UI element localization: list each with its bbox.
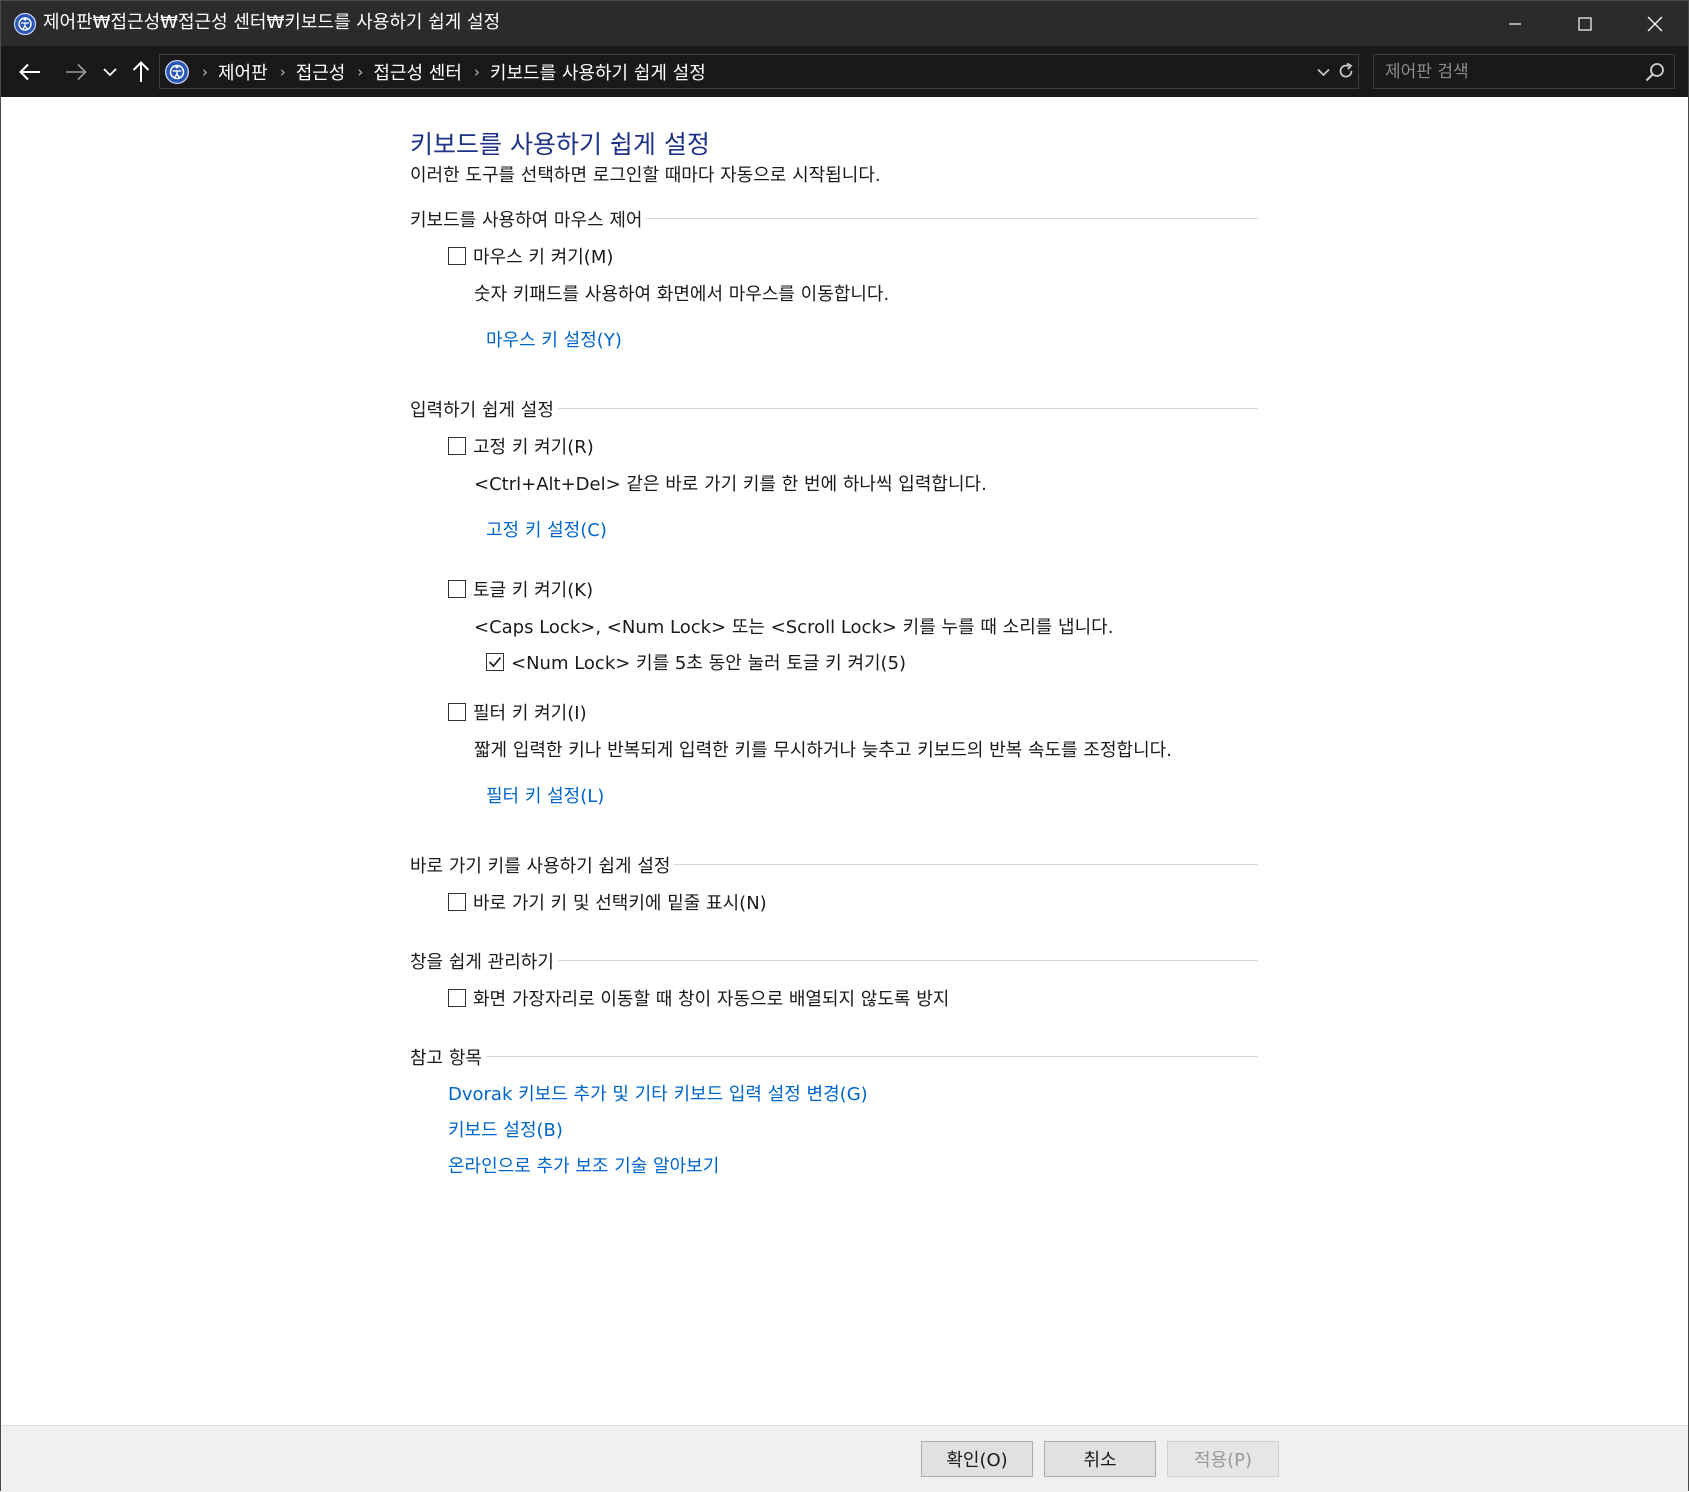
search-input[interactable] bbox=[1374, 55, 1634, 88]
mouse-keys-label[interactable]: 마우스 키 켜기(M) bbox=[473, 243, 613, 269]
refresh-button[interactable] bbox=[1335, 59, 1357, 83]
maximize-button[interactable] bbox=[1550, 1, 1620, 46]
sticky-keys-description: <Ctrl+Alt+Del> 같은 바로 가기 키를 한 번에 하나씩 입력합니… bbox=[474, 474, 987, 495]
prevent-snap-label[interactable]: 화면 가장자리로 이동할 때 창이 자동으로 배열되지 않도록 방지 bbox=[473, 985, 949, 1011]
up-button[interactable] bbox=[127, 58, 155, 86]
breadcrumb-item-accessibility[interactable]: 접근성 bbox=[296, 59, 346, 85]
search-box[interactable] bbox=[1373, 54, 1675, 89]
close-icon bbox=[1647, 16, 1663, 31]
mouse-keys-checkbox[interactable] bbox=[448, 247, 466, 265]
section-heading-mouse: 키보드를 사용하여 마우스 제어 bbox=[410, 206, 647, 232]
filter-keys-checkbox[interactable] bbox=[448, 703, 466, 721]
underline-shortcuts-label[interactable]: 바로 가기 키 및 선택키에 밑줄 표시(N) bbox=[473, 889, 767, 915]
dialog-footer: 확인(O) 취소 적용(P) bbox=[1, 1425, 1688, 1492]
close-button[interactable] bbox=[1620, 1, 1689, 46]
see-also-link-assistive-tech[interactable]: 온라인으로 추가 보조 기술 알아보기 bbox=[448, 1152, 719, 1178]
see-also-link-dvorak[interactable]: Dvorak 키보드 추가 및 기타 키보드 입력 설정 변경(G) bbox=[448, 1080, 868, 1106]
window: 제어판₩접근성₩접근성 센터₩키보드를 사용하기 쉽게 설정 › 제어판 › 접… bbox=[0, 0, 1689, 1492]
breadcrumb-item-keyboard[interactable]: 키보드를 사용하기 쉽게 설정 bbox=[490, 59, 706, 85]
filter-keys-settings-link[interactable]: 필터 키 설정(L) bbox=[486, 782, 604, 808]
sticky-keys-checkbox[interactable] bbox=[448, 437, 466, 455]
breadcrumb-separator-icon[interactable]: › bbox=[202, 63, 208, 81]
ok-button[interactable]: 확인(O) bbox=[921, 1441, 1033, 1477]
section-heading-shortcuts: 바로 가기 키를 사용하기 쉽게 설정 bbox=[410, 852, 675, 878]
chevron-down-icon bbox=[1316, 68, 1330, 76]
prevent-snap-checkbox[interactable] bbox=[448, 989, 466, 1007]
numlock-toggle-label[interactable]: <Num Lock> 키를 5초 동안 눌러 토글 키 켜기(5) bbox=[511, 649, 906, 675]
toggle-keys-description: <Caps Lock>, <Num Lock> 또는 <Scroll Lock>… bbox=[474, 617, 1114, 638]
breadcrumb-separator-icon[interactable]: › bbox=[474, 63, 480, 81]
section-heading-windows: 창을 쉽게 관리하기 bbox=[410, 948, 558, 974]
address-dropdown-button[interactable] bbox=[1312, 60, 1334, 84]
see-also-link-keyboard-settings[interactable]: 키보드 설정(B) bbox=[448, 1116, 563, 1142]
forward-button[interactable] bbox=[62, 58, 90, 86]
numlock-toggle-checkbox[interactable] bbox=[486, 653, 504, 671]
underline-shortcuts-checkbox[interactable] bbox=[448, 893, 466, 911]
control-panel-icon bbox=[13, 12, 37, 36]
arrow-up-icon bbox=[132, 61, 150, 82]
maximize-icon bbox=[1578, 16, 1592, 31]
toggle-keys-checkbox[interactable] bbox=[448, 580, 466, 598]
section-heading-see-also: 참고 항목 bbox=[410, 1044, 486, 1070]
toggle-keys-label[interactable]: 토글 키 켜기(K) bbox=[473, 576, 593, 602]
checkmark-icon bbox=[488, 656, 502, 668]
refresh-icon bbox=[1339, 62, 1353, 78]
page-title: 키보드를 사용하기 쉽게 설정 bbox=[410, 130, 710, 159]
chevron-down-icon bbox=[103, 68, 117, 77]
page-subtitle: 이러한 도구를 선택하면 로그인할 때마다 자동으로 시작됩니다. bbox=[410, 165, 881, 186]
recent-locations-button[interactable] bbox=[96, 58, 124, 86]
filter-keys-label[interactable]: 필터 키 켜기(I) bbox=[473, 699, 587, 725]
mouse-keys-settings-link[interactable]: 마우스 키 설정(Y) bbox=[486, 326, 622, 352]
back-button[interactable] bbox=[16, 58, 44, 86]
breadcrumb-item-control-panel[interactable]: 제어판 bbox=[218, 59, 268, 85]
title-bar[interactable]: 제어판₩접근성₩접근성 센터₩키보드를 사용하기 쉽게 설정 bbox=[1, 1, 1688, 46]
section-divider bbox=[410, 1056, 1258, 1057]
address-bar[interactable]: › 제어판 › 접근성 › 접근성 센터 › 키보드를 사용하기 쉽게 설정 bbox=[159, 54, 1359, 89]
control-panel-icon bbox=[164, 59, 190, 85]
mouse-keys-description: 숫자 키패드를 사용하여 화면에서 마우스를 이동합니다. bbox=[474, 284, 890, 305]
window-title: 제어판₩접근성₩접근성 센터₩키보드를 사용하기 쉽게 설정 bbox=[43, 12, 501, 33]
minimize-button[interactable] bbox=[1480, 1, 1550, 46]
cancel-button[interactable]: 취소 bbox=[1044, 1441, 1156, 1477]
arrow-right-icon bbox=[66, 63, 87, 81]
breadcrumb-item-ease-of-access-center[interactable]: 접근성 센터 bbox=[373, 59, 462, 85]
main-content: 키보드를 사용하기 쉽게 설정 이러한 도구를 선택하면 로그인할 때마다 자동… bbox=[1, 97, 1688, 1425]
apply-button[interactable]: 적용(P) bbox=[1167, 1441, 1279, 1477]
breadcrumb-separator-icon[interactable]: › bbox=[357, 63, 363, 81]
breadcrumb-separator-icon[interactable]: › bbox=[280, 63, 286, 81]
breadcrumb: › 제어판 › 접근성 › 접근성 센터 › 키보드를 사용하기 쉽게 설정 bbox=[190, 55, 706, 88]
minimize-icon bbox=[1509, 22, 1521, 25]
navigation-bar: › 제어판 › 접근성 › 접근성 센터 › 키보드를 사용하기 쉽게 설정 bbox=[1, 46, 1688, 97]
arrow-left-icon bbox=[19, 63, 40, 81]
search-icon[interactable] bbox=[1644, 61, 1666, 83]
sticky-keys-settings-link[interactable]: 고정 키 설정(C) bbox=[486, 516, 607, 542]
filter-keys-description: 짧게 입력한 키나 반복되게 입력한 키를 무시하거나 늦추고 키보드의 반복 … bbox=[474, 740, 1172, 761]
sticky-keys-label[interactable]: 고정 키 켜기(R) bbox=[473, 433, 594, 459]
section-heading-typing: 입력하기 쉽게 설정 bbox=[410, 396, 558, 422]
